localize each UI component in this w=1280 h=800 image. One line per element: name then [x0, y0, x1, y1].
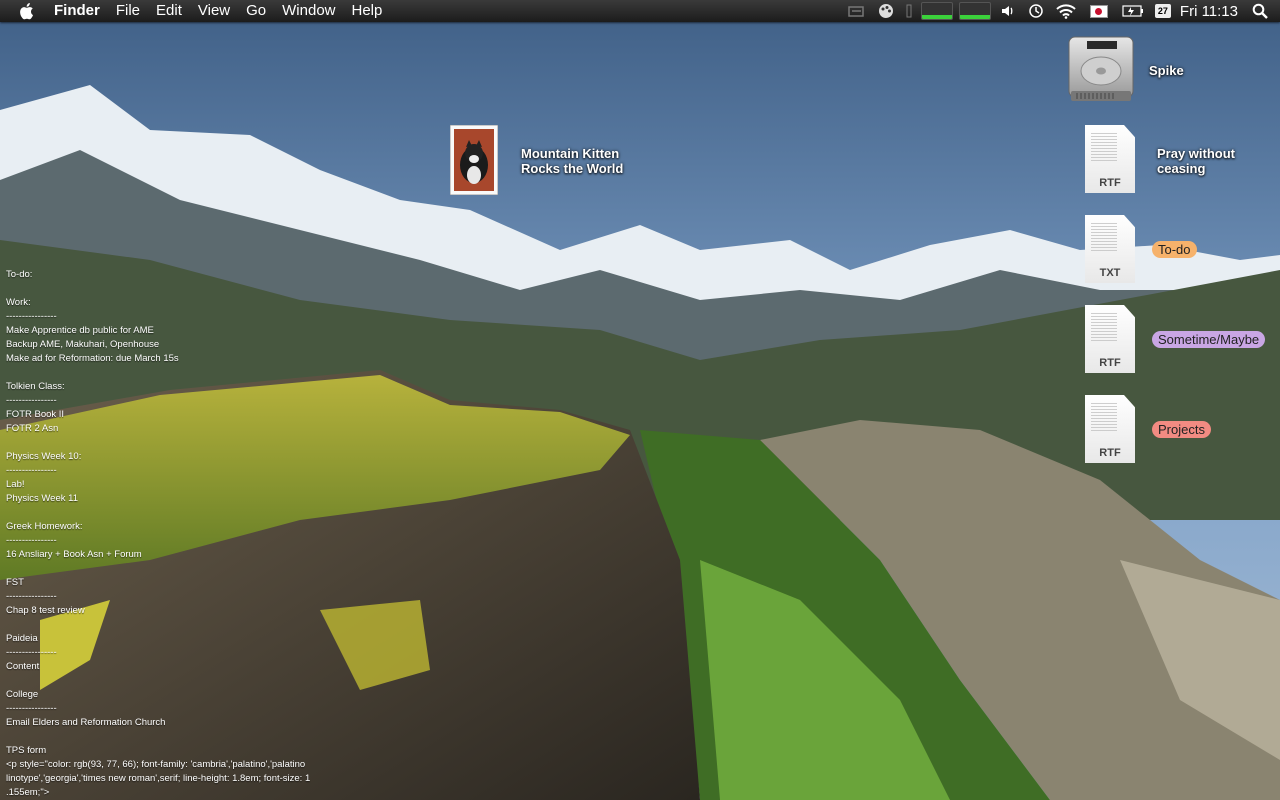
note-line: ----------------: [6, 465, 57, 476]
battery-small-icon: [906, 3, 912, 19]
doc-someday-label[interactable]: Sometime/Maybe: [1152, 331, 1266, 348]
note-line: Work:: [6, 297, 31, 308]
note-line: linotype','georgia','times new roman',se…: [6, 773, 311, 784]
document-icon: [1091, 223, 1117, 253]
spotlight-search-icon[interactable]: [1252, 3, 1268, 19]
menu-go[interactable]: Go: [238, 0, 274, 22]
note-line: [6, 674, 346, 688]
input-source-japan-flag-icon[interactable]: [1089, 4, 1108, 18]
note-line: [6, 366, 346, 380]
label-tag-purple: Sometime/Maybe: [1152, 331, 1266, 348]
note-line: [6, 506, 346, 520]
battery-icon[interactable]: [1122, 3, 1144, 19]
menu-file[interactable]: File: [108, 0, 148, 22]
note-line: TPS form: [6, 745, 47, 756]
doc-projects-label[interactable]: Projects: [1152, 421, 1211, 438]
label-tag-orange: To-do: [1152, 241, 1197, 258]
note-line: <p style="color: rgb(93, 77, 66); font-f…: [6, 759, 306, 770]
photo-label-line1: Mountain Kitten: [521, 146, 620, 161]
desktop-photo-file[interactable]: [449, 124, 499, 196]
note-line: [6, 562, 346, 576]
note-line: [6, 436, 346, 450]
note-line: Physics Week 10:: [6, 451, 82, 462]
note-line: To-do:: [6, 269, 33, 280]
desktop-doc-todo[interactable]: TXT: [1085, 215, 1135, 283]
hard-drive-icon: [1068, 36, 1134, 101]
note-line: Chap 8 test review: [6, 605, 85, 616]
doc-type-label: RTF: [1099, 357, 1121, 369]
desktop-hard-drive[interactable]: [1067, 35, 1135, 103]
note-line: FOTR Book II: [6, 409, 65, 420]
document-icon: [1091, 313, 1117, 343]
desktop-doc-pray[interactable]: RTF: [1085, 125, 1135, 193]
doc-pray-label-line1: Pray without: [1157, 146, 1236, 161]
app-menu-finder[interactable]: Finder: [50, 0, 108, 22]
note-line: 16 Ansliary + Book Asn + Forum: [6, 549, 142, 560]
note-line: FOTR 2 Asn: [6, 423, 59, 434]
desktop-doc-someday[interactable]: RTF: [1085, 305, 1135, 373]
menu-bar: Finder File Edit View Go Window Help 27 …: [0, 0, 1280, 22]
note-line: College: [6, 689, 39, 700]
note-line: [6, 618, 346, 632]
note-line: FST: [6, 577, 24, 588]
doc-type-label: RTF: [1099, 447, 1121, 459]
menu-clock[interactable]: Fri 11:13: [1180, 3, 1238, 20]
note-line: Paideia: [6, 633, 38, 644]
desktop-doc-projects[interactable]: RTF: [1085, 395, 1135, 463]
sync-icon[interactable]: [848, 3, 866, 19]
doc-type-label: TXT: [1099, 267, 1121, 279]
doc-todo-label[interactable]: To-do: [1152, 241, 1197, 258]
menu-window[interactable]: Window: [274, 0, 343, 22]
note-line: Content: [6, 661, 40, 672]
doc-pray-label[interactable]: Pray without ceasing: [1157, 146, 1235, 176]
note-line: Backup AME, Makuhari, Openhouse: [6, 339, 160, 350]
note-line: Tolkien Class:: [6, 381, 65, 392]
time-machine-icon[interactable]: [1028, 3, 1044, 19]
doc-pray-label-line2: ceasing: [1157, 161, 1206, 176]
note-line: [6, 730, 346, 744]
memory-meter-icon[interactable]: [958, 2, 991, 20]
document-icon: [1091, 403, 1117, 433]
cpu-meter-icon[interactable]: [920, 2, 953, 20]
desktop-photo-label[interactable]: Mountain Kitten Rocks the World: [521, 146, 623, 176]
calendar-icon[interactable]: 27: [1154, 4, 1171, 18]
note-line: Make Apprentice db public for AME: [6, 325, 154, 336]
color-palette-icon[interactable]: [878, 3, 894, 19]
note-line: ----------------: [6, 311, 57, 322]
note-line: Lab!: [6, 479, 25, 490]
menu-view[interactable]: View: [190, 0, 238, 22]
note-line: .155em;">: [6, 787, 50, 798]
wifi-icon[interactable]: [1056, 3, 1076, 19]
note-line: Make ad for Reformation: due March 15s: [6, 353, 179, 364]
photo-thumbnail-icon: [449, 124, 499, 196]
doc-type-label: RTF: [1099, 177, 1121, 189]
note-line: ----------------: [6, 395, 57, 406]
note-line: Physics Week 11: [6, 493, 78, 504]
note-line: ----------------: [6, 535, 57, 546]
apple-menu-icon[interactable]: [16, 1, 36, 21]
note-line: ----------------: [6, 591, 57, 602]
menu-help[interactable]: Help: [344, 0, 391, 22]
desktop-todo-notes: To-do: Work: ---------------- Make Apprenti…: [6, 268, 346, 800]
menu-edit[interactable]: Edit: [148, 0, 190, 22]
note-line: Email Elders and Reformation Church: [6, 717, 166, 728]
note-line: [6, 282, 346, 296]
note-line: Greek Homework:: [6, 521, 83, 532]
label-tag-red: Projects: [1152, 421, 1211, 438]
document-icon: [1091, 133, 1117, 163]
note-line: ----------------: [6, 703, 57, 714]
volume-icon[interactable]: [1000, 3, 1016, 19]
hard-drive-label[interactable]: Spike: [1149, 63, 1184, 78]
photo-label-line2: Rocks the World: [521, 161, 624, 176]
note-line: ----------------: [6, 647, 57, 658]
